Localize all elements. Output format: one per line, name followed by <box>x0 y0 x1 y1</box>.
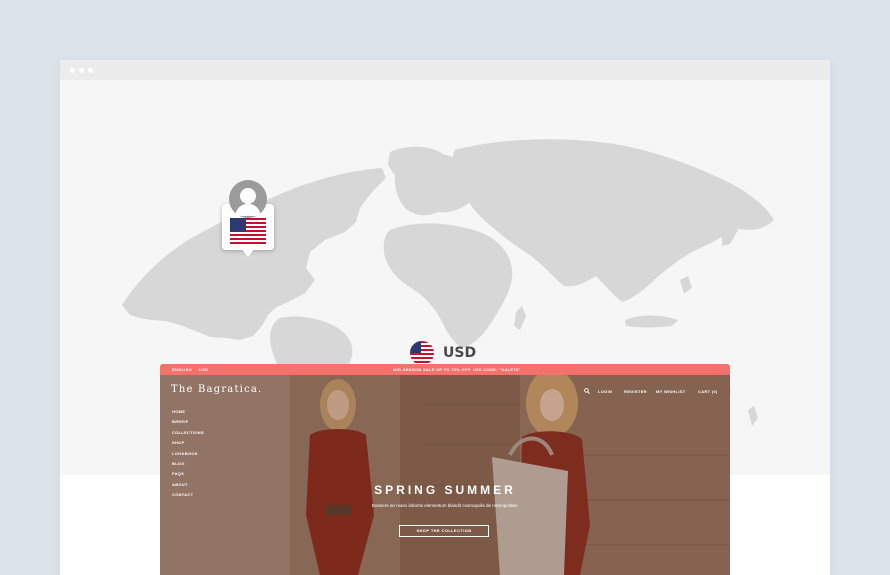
location-pin[interactable] <box>222 180 274 260</box>
nav-register[interactable]: REGISTER <box>624 389 647 394</box>
menu-item-collections[interactable]: COLLECTIONS <box>172 429 204 439</box>
currency-indicator[interactable]: USD <box>410 340 476 366</box>
us-flag-icon <box>230 218 266 244</box>
nav-cart[interactable]: CART (0) <box>698 389 718 394</box>
location-pin-pointer <box>241 248 255 257</box>
africa-landmass <box>383 223 513 348</box>
promo-message: MID-SEASON SALE UP TO 70% OFF. USE CODE:… <box>393 367 521 372</box>
indonesia-landmass <box>625 315 678 328</box>
promo-topbar: ENGLISH USD MID-SEASON SALE UP TO 70% OF… <box>160 364 730 375</box>
hero-overlay <box>160 375 730 575</box>
window-control-dot[interactable] <box>70 68 75 73</box>
philippines-landmass <box>680 276 692 294</box>
currency-code: USD <box>443 345 477 361</box>
nav-login[interactable]: LOGIN <box>598 389 612 394</box>
hero-subtitle: Donsere an marci lobortis elementum blan… <box>371 503 519 508</box>
search-icon[interactable] <box>584 388 590 394</box>
shop-collection-button[interactable]: SHOP THE COLLECTION <box>399 525 489 537</box>
window-control-dot[interactable] <box>79 68 84 73</box>
menu-item-faqs[interactable]: FAQS <box>172 470 204 480</box>
menu-item-lookbook[interactable]: LOOKBOOK <box>172 450 204 460</box>
nav-wishlist[interactable]: MY WISHLIST <box>656 389 685 394</box>
us-flag-icon <box>410 341 434 365</box>
menu-item-shop[interactable]: SHOP <box>172 439 204 449</box>
hero-banner: The Bagratica. LOGIN REGISTER MY WISHLIS… <box>160 375 730 575</box>
browser-window: USD ENGLISH USD MID-SEASON SALE UP TO 70… <box>60 60 830 575</box>
window-titlebar <box>60 60 830 80</box>
menu-item-blog[interactable]: BLOG <box>172 460 204 470</box>
madagascar-landmass <box>514 306 526 330</box>
website-preview: ENGLISH USD MID-SEASON SALE UP TO 70% OF… <box>160 364 730 575</box>
menu-item-home[interactable]: HOME <box>172 408 204 418</box>
currency-selector[interactable]: USD <box>199 367 208 372</box>
language-selector[interactable]: ENGLISH <box>172 367 192 372</box>
window-control-dot[interactable] <box>88 68 93 73</box>
new-zealand-landmass <box>748 406 758 426</box>
menu-item-breeif[interactable]: BREEIF <box>172 418 204 428</box>
hero-title: SPRING SUMMER <box>374 483 516 497</box>
user-avatar-icon <box>229 180 267 218</box>
site-logo[interactable]: The Bagratica. <box>171 384 262 395</box>
